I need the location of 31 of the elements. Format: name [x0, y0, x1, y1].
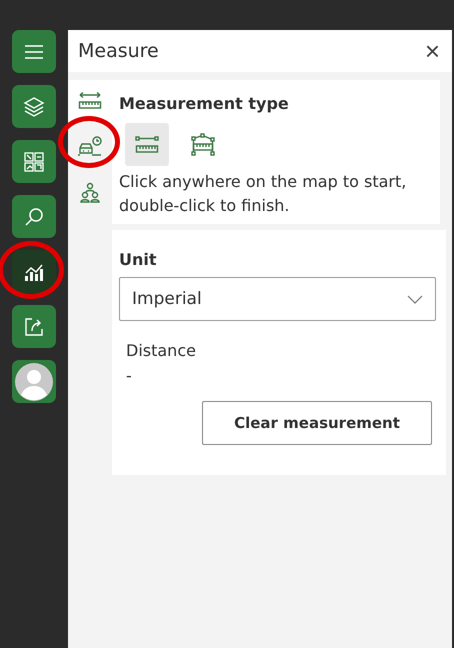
grid-icon [23, 150, 45, 172]
toolbar-button[interactable] [12, 85, 56, 128]
toolbar-button[interactable] [12, 305, 56, 348]
chevron-down-icon [407, 294, 423, 304]
share-icon [23, 316, 45, 338]
unit-dropdown[interactable]: Imperial [119, 277, 436, 321]
clear-measurement-button[interactable]: Clear measurement [202, 401, 432, 445]
result-value: - [126, 366, 133, 385]
people-icon [79, 182, 101, 204]
avatar-icon [15, 362, 53, 400]
toolbar-button[interactable] [12, 140, 56, 183]
tool-tab[interactable] [68, 80, 112, 122]
measure-type-button[interactable] [125, 123, 169, 166]
search-icon [23, 206, 45, 228]
panel-title: Measure [78, 40, 159, 62]
toolbar-button[interactable] [12, 195, 56, 238]
instruction-text: Click anywhere on the map to start, double-click to finish. [119, 171, 408, 217]
section-heading: Measurement type [119, 94, 290, 113]
toolbar-button[interactable] [12, 250, 56, 293]
area-ruler-icon [191, 132, 215, 156]
chart-icon [23, 262, 45, 282]
field-label: Unit [119, 250, 158, 269]
toolbar-button[interactable] [12, 30, 56, 73]
ruler-icon [78, 91, 102, 111]
line-ruler-icon [135, 134, 159, 154]
close-button[interactable]: × [420, 38, 444, 64]
profile-button[interactable] [12, 360, 56, 403]
result-label: Distance [126, 341, 197, 360]
layers-icon [23, 96, 45, 118]
menu-icon [24, 44, 44, 58]
car-clock-icon [77, 136, 103, 158]
